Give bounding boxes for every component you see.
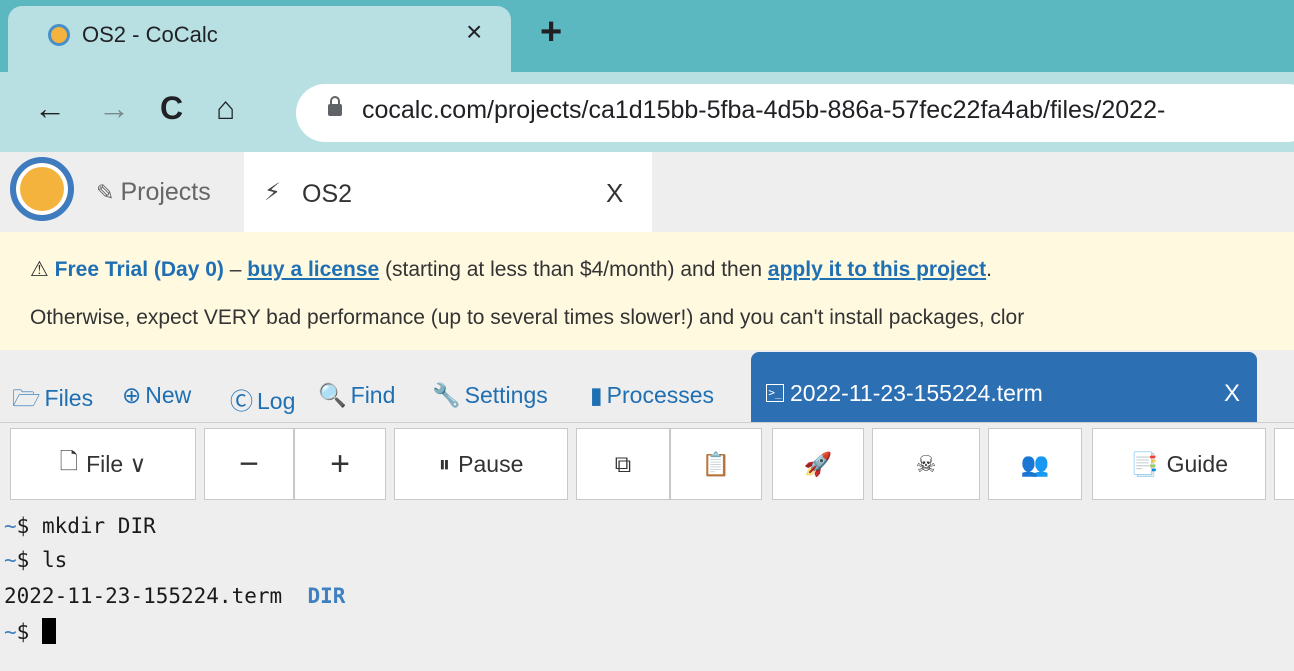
tab-settings[interactable]: 🔧 Settings — [432, 382, 548, 409]
guide-label: Guide — [1166, 450, 1228, 477]
free-trial-label: Free Trial (Day 0) — [54, 258, 224, 281]
terminal-line: 2022-11-23-155224.term DIR — [4, 584, 345, 608]
back-arrow-icon[interactable]: ← — [34, 88, 66, 128]
pause-icon: ⏸ — [438, 450, 451, 477]
banner-line-1: ⚠ Free Trial (Day 0) – buy a license (st… — [30, 257, 992, 282]
projects-tab-label: Projects — [120, 178, 211, 206]
reload-icon[interactable]: C — [160, 88, 183, 128]
users-icon: 👥 — [1020, 450, 1050, 477]
project-tab-label: OS2 — [302, 180, 353, 208]
file-menu-label: File ∨ — [86, 450, 147, 477]
prompt-symbol: $ — [16, 548, 42, 572]
microchip-icon: ▮ — [590, 382, 603, 408]
new-tab-button[interactable]: + — [540, 13, 562, 51]
pause-label: Pause — [458, 450, 524, 477]
paste-icon: 📋 — [701, 450, 731, 477]
tab-new[interactable]: ⊕ New — [122, 382, 191, 409]
decrease-font-button[interactable]: − — [204, 428, 294, 500]
tab-files-label: Files — [44, 385, 94, 411]
banner-end-text: . — [986, 258, 992, 281]
browser-tab-title: OS2 - CoCalc — [82, 22, 218, 47]
prompt-symbol: $ — [16, 620, 42, 644]
paste-button[interactable]: 📋 — [670, 428, 762, 500]
cocalc-favicon-icon — [48, 24, 70, 46]
forward-arrow-icon[interactable]: → — [98, 88, 130, 128]
prompt-tilde: ~ — [4, 514, 17, 538]
command-text: mkdir DIR — [41, 514, 156, 538]
buy-license-link[interactable]: buy a license — [247, 258, 379, 281]
tab-settings-label: Settings — [464, 382, 548, 408]
apply-license-link[interactable]: apply it to this project — [768, 258, 986, 281]
tab-log[interactable]: Ⓒ Log — [230, 382, 295, 416]
banner-mid-text: (starting at less than $4/month) and the… — [379, 258, 768, 281]
history-icon: Ⓒ — [230, 388, 253, 414]
command-text: ls — [41, 548, 68, 572]
kill-processes-button[interactable]: ☠ — [872, 428, 980, 500]
increase-font-button[interactable]: + — [294, 428, 386, 500]
tab-processes-label: Processes — [606, 382, 715, 408]
close-project-icon[interactable]: X — [606, 178, 623, 209]
home-icon[interactable]: ⌂ — [216, 88, 235, 128]
guide-button[interactable]: 📑 Guide — [1092, 428, 1266, 500]
trial-banner — [0, 232, 1294, 351]
tab-log-label: Log — [257, 388, 296, 414]
file-icon: 🗋 — [59, 447, 79, 474]
output-directory: DIR — [307, 584, 346, 608]
cocalc-logo-icon[interactable] — [10, 157, 74, 221]
lock-icon[interactable] — [328, 96, 342, 116]
reboot-button[interactable]: 🚀 — [772, 428, 864, 500]
prompt-symbol: $ — [16, 514, 42, 538]
terminal-cursor — [41, 618, 56, 644]
banner-dash: – — [223, 258, 248, 281]
banner-line-2: Otherwise, expect VERY bad performance (… — [30, 306, 1025, 329]
file-menu-button[interactable]: 🗋 File ∨ — [10, 428, 196, 500]
terminal-line: ~$ mkdir DIR — [4, 514, 156, 538]
prompt-tilde: ~ — [4, 620, 17, 644]
skull-crossbones-icon: ☠ — [915, 450, 937, 477]
search-icon: 🔍 — [318, 382, 347, 408]
close-tab-icon[interactable]: × — [466, 18, 482, 46]
tab-new-label: New — [145, 382, 192, 408]
tab-files[interactable]: 🗁 Files — [12, 382, 93, 421]
more-toolbar-button[interactable] — [1274, 428, 1294, 500]
output-file: 2022-11-23-155224.term — [4, 584, 308, 608]
active-file-name: 2022-11-23-155224.term — [790, 380, 1043, 406]
url-text[interactable]: cocalc.com/projects/ca1d15bb-5fba-4d5b-8… — [362, 96, 1165, 125]
plus-circle-icon: ⊕ — [122, 382, 142, 408]
close-file-icon[interactable]: X — [1224, 380, 1240, 408]
book-icon: 📑 — [1129, 450, 1159, 477]
copy-icon: ⧉ — [614, 450, 632, 477]
terminal-icon: >_ — [766, 384, 784, 402]
tab-find-label: Find — [350, 382, 396, 408]
folder-icon: 🗁 — [12, 385, 41, 411]
pencil-icon: ✎ — [96, 180, 115, 205]
warning-icon: ⚠ — [30, 258, 49, 281]
projects-tab[interactable]: ✎ Projects — [96, 178, 211, 207]
project-runner-icon: ⚡ — [264, 179, 281, 206]
rocket-icon: 🚀 — [803, 450, 833, 477]
tab-processes[interactable]: ▮ Processes — [590, 382, 714, 409]
terminal-line: ~$ ls — [4, 548, 67, 572]
tab-find[interactable]: 🔍 Find — [318, 382, 395, 409]
terminal-line: ~$ — [4, 618, 56, 644]
copy-button[interactable]: ⧉ — [576, 428, 670, 500]
pause-button[interactable]: ⏸ Pause — [394, 428, 568, 500]
prompt-tilde: ~ — [4, 548, 17, 572]
kick-users-button[interactable]: 👥 — [988, 428, 1082, 500]
wrench-icon: 🔧 — [432, 382, 461, 408]
